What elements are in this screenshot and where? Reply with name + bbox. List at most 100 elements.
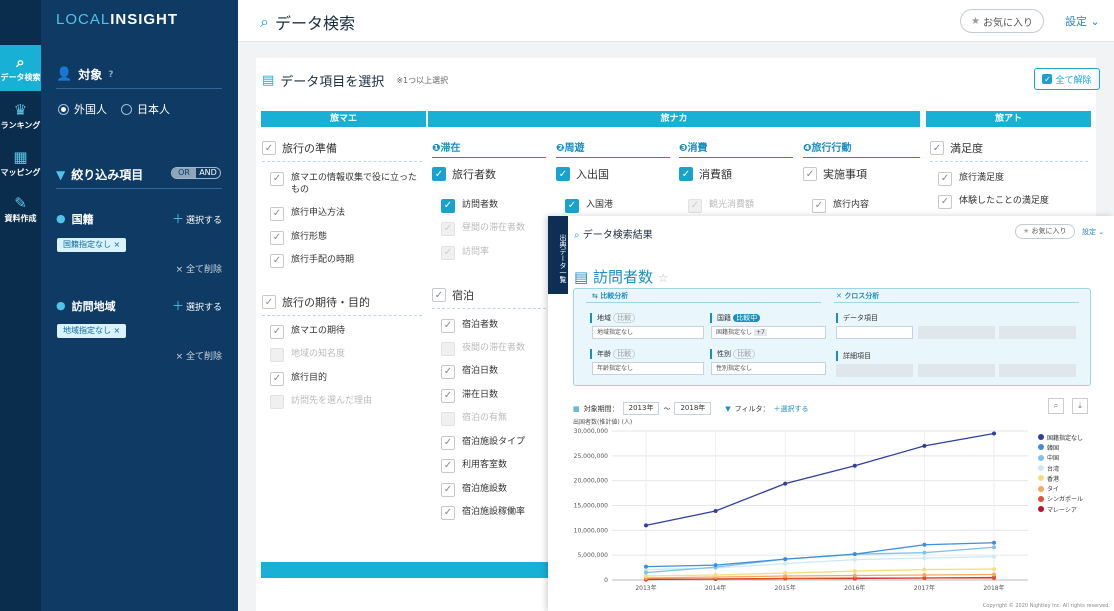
radio-foreigner[interactable]: 外国人 [58,101,107,117]
checkbox[interactable]: ✓ [441,365,455,379]
checkbox[interactable] [441,412,455,426]
checkbox[interactable]: ✓ [930,141,944,155]
item-visit-rate[interactable]: ✓ 訪問率 [441,246,489,260]
item-stay-days[interactable]: ✓ 滞在日数 [441,389,498,403]
checkbox[interactable] [270,348,284,362]
checkbox[interactable]: ✓ [441,199,455,213]
checkbox[interactable]: ✓ [270,372,284,386]
group-spending[interactable]: ✓ 消費額 [679,166,793,187]
checkbox[interactable]: ✓ [441,246,455,260]
checkbox[interactable]: ✓ [432,167,446,181]
checkbox[interactable]: ✓ [938,195,952,209]
checkbox[interactable]: ✓ [270,207,284,221]
legend-item[interactable]: 国籍指定なし [1038,432,1083,442]
group-travel-prep[interactable]: ✓ 旅行の準備 [262,140,422,162]
item-travel-content[interactable]: ✓ 旅行内容 [812,199,869,213]
line-chart: 出国者数(推計値) (人) 30,000,000 25,000,000 20,000,… [573,418,1028,592]
checkbox[interactable]: ✓ [441,436,455,450]
checkbox[interactable]: ✓ [812,199,826,213]
item-travel-satisfaction[interactable]: ✓ 旅行満足度 [938,172,1004,186]
nationality-chip[interactable]: 国籍指定なし × [57,238,127,252]
checkbox[interactable]: ✓ [938,172,952,186]
rail-item-ranking[interactable]: ♛ ランキング [0,93,41,139]
checkbox[interactable]: ✓ [270,172,284,186]
item-destination-reason[interactable]: 訪問先を選んだ理由 [270,395,372,409]
checkbox[interactable]: ✓ [441,222,455,236]
item-tourism-spending[interactable]: ✓ 観光消費額 [688,199,754,213]
help-icon[interactable]: ? [108,70,113,80]
item-travel-purpose[interactable]: ✓ 旅行目的 [270,372,327,386]
checkbox[interactable]: ✓ [803,167,817,181]
item-entry-port[interactable]: ✓ 入国港 [565,199,613,213]
checkbox[interactable]: ✓ [270,325,284,339]
group-satisfaction[interactable]: ✓ 満足度 [930,140,1088,162]
select-region-button[interactable]: ＋選択する [172,297,222,314]
checkbox[interactable]: ✓ [262,295,276,309]
item-travel-style[interactable]: ✓ 旅行形態 [270,231,327,245]
radio-japanese[interactable]: 日本人 [121,101,170,117]
item-recognition[interactable]: 地域の知名度 [270,348,345,362]
checkbox[interactable]: ✓ [441,319,455,333]
legend-item[interactable]: マレーシア [1038,504,1083,514]
group-travel-expectation[interactable]: ✓ 旅行の期待・目的 [262,294,422,316]
stage-stay: ❶滞在 [432,139,546,158]
legend-item[interactable]: 韓国 [1038,442,1083,452]
rail-item-document[interactable]: ✎ 資料作成 [0,186,41,232]
clear-nationality-button[interactable]: × 全て削除 [176,262,222,275]
item-daytime-stay[interactable]: ✓ 昼間の滞在者数 [441,222,525,236]
divider [56,88,222,89]
legend-item[interactable]: 台湾 [1038,463,1083,473]
item-experience-satisfaction[interactable]: ✓ 体験したことの満足度 [938,195,1049,209]
toggle-and[interactable]: AND [196,168,220,178]
item-lodging-days[interactable]: ✓ 宿泊日数 [441,365,498,379]
legend-item[interactable]: 中国 [1038,453,1083,463]
checkbox[interactable] [441,342,455,356]
star-icon: ★ [971,15,980,27]
clear-region-button[interactable]: × 全て削除 [176,349,222,362]
region-chip[interactable]: 地域指定なし × [57,324,127,338]
chart-legend: 国籍指定なし 韓国 中国 台湾 香港 タイ シンガポール マレーシア [1038,432,1083,514]
checkbox[interactable]: ✓ [441,459,455,473]
or-and-toggle[interactable]: OR AND [171,167,221,179]
checkbox[interactable]: ✓ [441,389,455,403]
checkbox[interactable]: ✓ [679,167,693,181]
legend-item[interactable]: シンガポール [1038,494,1083,504]
group-travelers[interactable]: ✓ 旅行者数 [432,166,546,187]
rail-label: 資料作成 [4,213,37,223]
legend-item[interactable]: 香港 [1038,473,1083,483]
group-entry-exit[interactable]: ✓ 入出国 [556,166,670,187]
checkbox[interactable]: ✓ [441,506,455,520]
checkbox[interactable]: ✓ [262,141,276,155]
item-rooms-used[interactable]: ✓ 利用客室数 [441,459,507,473]
rail-item-search[interactable]: ⌕ データ検索 [0,45,41,91]
settings-menu[interactable]: 設定 ⌄ [1065,13,1100,29]
legend-swatch [1038,475,1044,482]
favorite-button[interactable]: ★ お気に入り [960,9,1044,33]
item-night-stay[interactable]: 夜間の滞在者数 [441,342,525,356]
group-lodging[interactable]: ✓ 宿泊 [432,287,546,309]
toggle-or[interactable]: OR [172,168,196,178]
legend-item[interactable]: タイ [1038,483,1083,493]
checkbox[interactable]: ✓ [432,288,446,302]
checkbox[interactable]: ✓ [688,199,702,213]
checkbox[interactable]: ✓ [441,483,455,497]
item-visitors[interactable]: ✓ 訪問者数 [441,199,498,213]
item-lodgers[interactable]: ✓ 宿泊者数 [441,319,498,333]
item-booking-method[interactable]: ✓ 旅行申込方法 [270,207,345,221]
checkbox[interactable]: ✓ [565,199,579,213]
item-booking-timing[interactable]: ✓ 旅行手配の時期 [270,254,354,268]
item-facility-type[interactable]: ✓ 宿泊施設タイプ [441,436,525,450]
item-expectation[interactable]: ✓ 旅マエの期待 [270,325,345,339]
item-info-source[interactable]: ✓ 旅マエの情報収集で役に立ったもの [270,172,425,196]
item-occupancy-rate[interactable]: ✓ 宿泊施設稼働率 [441,506,525,520]
checkbox[interactable]: ✓ [270,254,284,268]
checkbox[interactable]: ✓ [556,167,570,181]
item-facility-count[interactable]: ✓ 宿泊施設数 [441,483,507,497]
clear-all-button[interactable]: ✓ 全て解除 [1034,68,1100,90]
checkbox[interactable] [270,395,284,409]
item-lodging-yesno[interactable]: 宿泊の有無 [441,412,507,426]
rail-item-mapping[interactable]: ▦ マッピング [0,140,41,186]
group-activities[interactable]: ✓ 実施事項 [803,166,920,187]
select-nationality-button[interactable]: ＋選択する [172,210,222,227]
checkbox[interactable]: ✓ [270,231,284,245]
